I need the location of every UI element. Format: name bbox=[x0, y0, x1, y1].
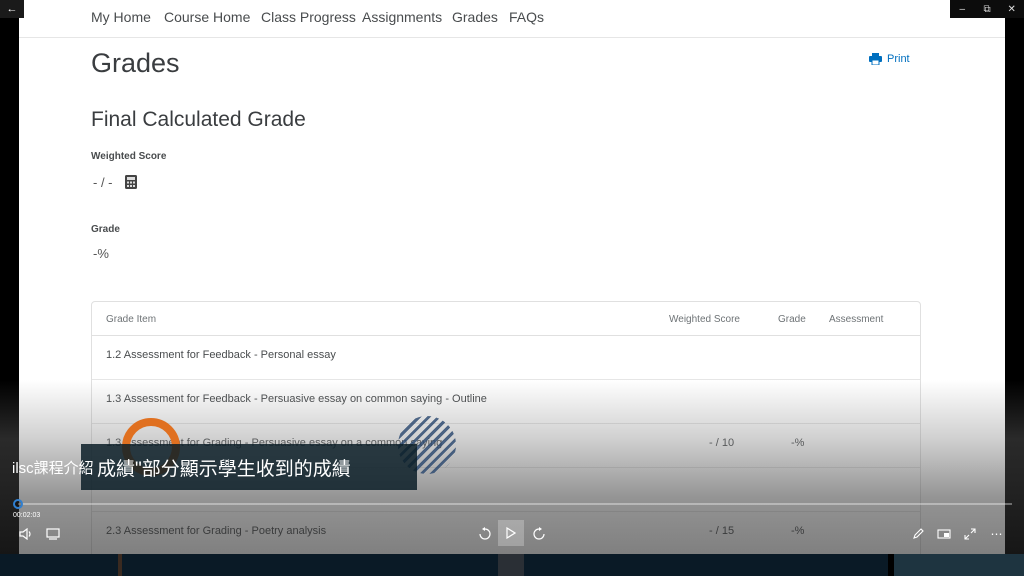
miniplayer-icon bbox=[937, 529, 951, 539]
captions-button[interactable] bbox=[41, 522, 65, 546]
skip-back-10-button[interactable] bbox=[473, 522, 497, 546]
volume-button[interactable] bbox=[14, 522, 38, 546]
miniplayer-button[interactable] bbox=[932, 522, 956, 546]
close-icon[interactable]: ✕ bbox=[999, 0, 1024, 18]
grade-value: -% bbox=[93, 246, 109, 261]
grade-cell: -% bbox=[791, 525, 805, 537]
pen-icon bbox=[913, 528, 924, 539]
back-button[interactable]: ← bbox=[0, 0, 24, 18]
nav-faqs[interactable]: FAQs bbox=[509, 9, 544, 25]
taskbar-strip bbox=[0, 554, 1024, 576]
more-options-button[interactable]: ⋯ bbox=[985, 522, 1009, 546]
play-icon bbox=[506, 527, 516, 539]
weighted-score-label: Weighted Score bbox=[91, 151, 167, 162]
weighted-score-value: - / - bbox=[93, 175, 113, 190]
restore-icon[interactable]: ⧉ bbox=[975, 0, 1000, 18]
window-controls: – ⧉ ✕ bbox=[950, 0, 1024, 18]
final-grade-heading: Final Calculated Grade bbox=[91, 108, 306, 131]
nav-course-home[interactable]: Course Home bbox=[164, 9, 250, 25]
nav-class-progress[interactable]: Class Progress bbox=[261, 9, 356, 25]
play-button[interactable] bbox=[498, 520, 524, 546]
more-dots-icon: ⋯ bbox=[990, 527, 1004, 541]
col-assessment: Assessment bbox=[829, 314, 884, 325]
subtitle-box: 成績"部分顯示學生收到的成績 bbox=[81, 444, 417, 490]
grade-label: Grade bbox=[91, 224, 120, 235]
back-arrow-icon: ← bbox=[6, 3, 18, 15]
course-navbar: My Home Course Home Class Progress Assig… bbox=[19, 0, 1005, 38]
rewind-10-icon bbox=[479, 527, 491, 540]
minimize-icon[interactable]: – bbox=[950, 0, 975, 18]
strip-accent bbox=[118, 554, 122, 576]
nav-my-home[interactable]: My Home bbox=[91, 9, 151, 25]
forward-30-icon bbox=[533, 527, 545, 540]
volume-icon bbox=[19, 528, 31, 540]
nav-assignments[interactable]: Assignments bbox=[362, 9, 442, 25]
page-title: Grades bbox=[91, 48, 180, 78]
strip-play-highlight bbox=[498, 554, 524, 576]
skip-forward-30-button[interactable] bbox=[527, 522, 551, 546]
grade-item-name[interactable]: 2.3 Assessment for Grading - Poetry anal… bbox=[106, 525, 326, 537]
right-letterbox bbox=[1005, 18, 1024, 576]
seek-handle[interactable] bbox=[13, 499, 23, 509]
current-time: 00:02:03 bbox=[13, 512, 41, 519]
fullscreen-button[interactable] bbox=[958, 522, 982, 546]
grade-item-name[interactable]: 1.3 Assessment for Feedback - Persuasive… bbox=[106, 393, 487, 405]
table-row: 1.3 Assessment for Feedback - Persuasive… bbox=[92, 380, 920, 424]
col-weighted-score: Weighted Score bbox=[669, 314, 740, 325]
table-header: Grade Item Weighted Score Grade Assessme… bbox=[92, 302, 920, 336]
print-label: Print bbox=[887, 53, 910, 65]
nav-grades[interactable]: Grades bbox=[452, 9, 498, 25]
col-grade: Grade bbox=[778, 314, 806, 325]
strip-right-panel bbox=[894, 554, 1024, 576]
captions-icon bbox=[46, 528, 60, 540]
seek-bar[interactable] bbox=[18, 503, 1012, 505]
col-grade-item: Grade Item bbox=[106, 314, 157, 325]
expand-icon bbox=[964, 528, 976, 540]
weighted-score-cell: - / 15 bbox=[709, 525, 735, 537]
print-button[interactable]: Print bbox=[869, 53, 910, 65]
calculator-icon[interactable] bbox=[125, 175, 137, 189]
grade-item-name[interactable]: 1.2 Assessment for Feedback - Personal e… bbox=[106, 349, 336, 361]
table-row: 1.2 Assessment for Feedback - Personal e… bbox=[92, 336, 920, 380]
video-title: ilsc課程介紹 bbox=[12, 460, 94, 477]
left-letterbox bbox=[0, 18, 19, 576]
weighted-score-cell: - / 10 bbox=[709, 437, 735, 449]
annotate-button[interactable] bbox=[906, 522, 930, 546]
subtitle-text: 成績"部分顯示學生收到的成績 bbox=[97, 458, 351, 480]
printer-icon bbox=[869, 53, 882, 65]
grade-cell: -% bbox=[791, 437, 805, 449]
